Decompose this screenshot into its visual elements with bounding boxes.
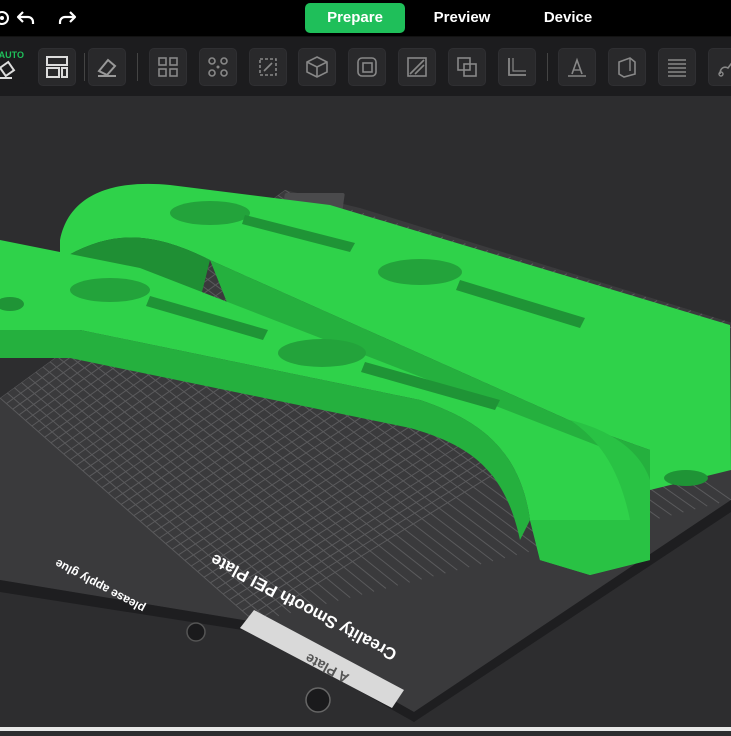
scene-canvas: Creality Smooth PEI Plate please apply g…: [0, 96, 731, 731]
arrange-icon: [46, 56, 68, 78]
eraser-icon: [97, 58, 117, 77]
cube-icon: [306, 56, 328, 78]
cut-icon: [357, 57, 377, 77]
brush-icon: [718, 62, 731, 77]
scale-icon: [259, 58, 277, 76]
boolean-button[interactable]: [448, 48, 486, 86]
scale-button[interactable]: [249, 48, 287, 86]
tab-preview[interactable]: Preview: [412, 3, 512, 33]
toolbar-separator: [547, 53, 548, 81]
toolbar-separator: [137, 53, 138, 81]
cut-button[interactable]: [348, 48, 386, 86]
cube-view-button[interactable]: [298, 48, 336, 86]
top-bar: Prepare Preview Device: [0, 0, 731, 36]
auto-orient-button[interactable]: AUTO: [0, 48, 24, 86]
layers-icon: [668, 59, 686, 77]
distribute-icon: [208, 57, 228, 77]
support-paint-button[interactable]: [558, 48, 596, 86]
brush-button[interactable]: [708, 48, 731, 86]
grid-layout-icon: [158, 57, 178, 77]
settings-icon[interactable]: [0, 6, 14, 30]
tab-prepare[interactable]: Prepare: [305, 3, 405, 33]
tab-device[interactable]: Device: [518, 3, 618, 33]
undo-icon[interactable]: [14, 6, 38, 30]
3d-viewport[interactable]: Creality Smooth PEI Plate please apply g…: [0, 96, 731, 731]
erase-button[interactable]: [88, 48, 126, 86]
boolean-icon: [457, 57, 477, 77]
layer-list-button[interactable]: [658, 48, 696, 86]
layout-grid-button[interactable]: [149, 48, 187, 86]
seam-icon: [618, 57, 636, 78]
distribute-button[interactable]: [199, 48, 237, 86]
redo-icon[interactable]: [55, 6, 79, 30]
toolbar-separator: [84, 53, 85, 81]
slash-icon: [407, 57, 427, 77]
measure-button[interactable]: [498, 48, 536, 86]
status-strip: [0, 727, 731, 731]
plate-rotate-handle[interactable]: [305, 687, 331, 713]
toolbar: AUTO: [0, 36, 731, 97]
arrange-button[interactable]: [38, 48, 76, 86]
measure-icon: [508, 58, 526, 76]
seam-paint-button[interactable]: [608, 48, 646, 86]
slash-button[interactable]: [398, 48, 436, 86]
support-paint-icon: [568, 57, 586, 77]
auto-label: AUTO: [0, 50, 24, 60]
